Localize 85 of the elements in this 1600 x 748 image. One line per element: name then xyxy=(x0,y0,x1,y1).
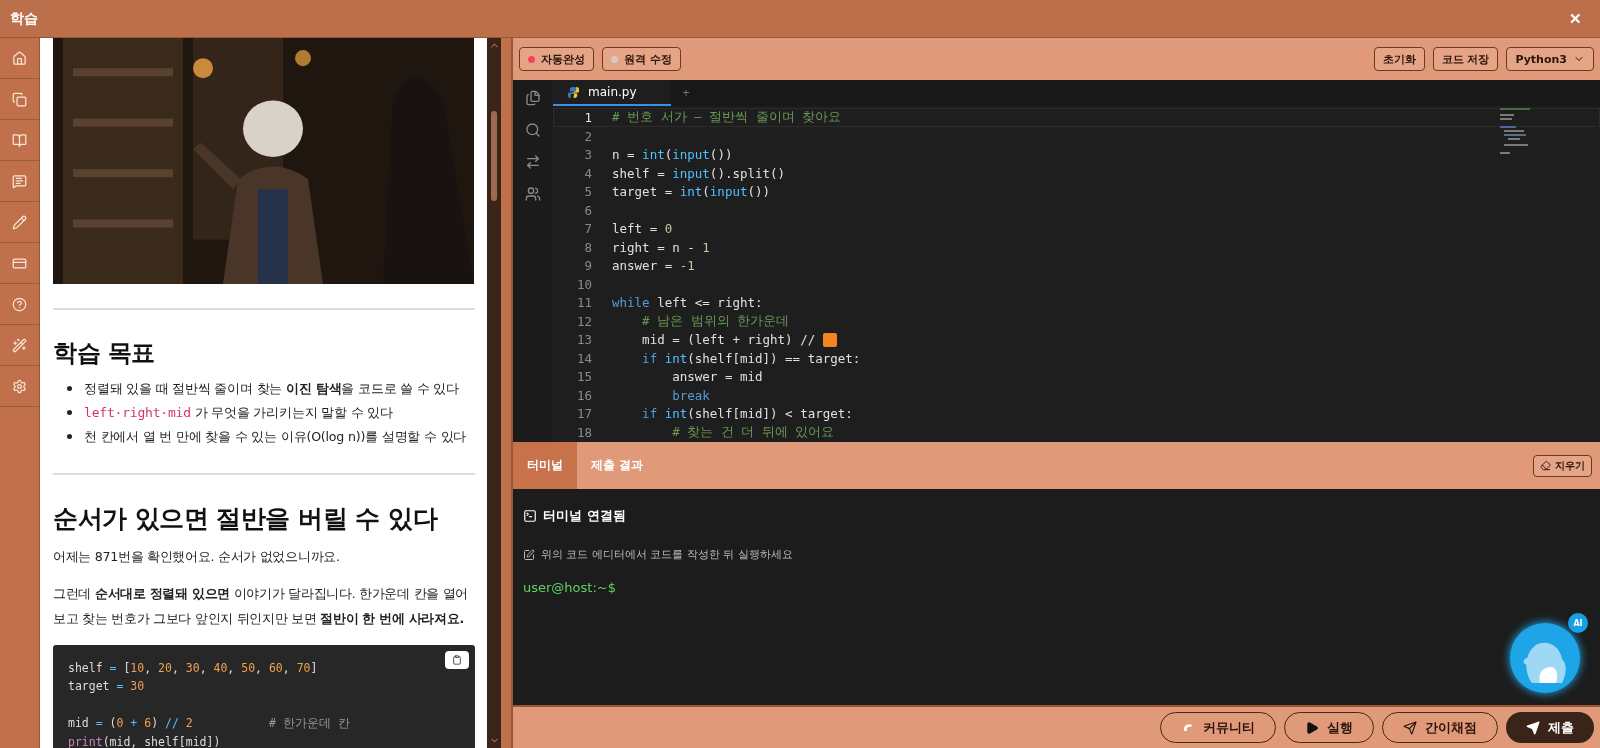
file-tab[interactable]: main.py xyxy=(553,80,671,106)
files-icon[interactable] xyxy=(525,90,541,106)
code-line: print(mid, shelf[mid]) xyxy=(68,733,221,748)
book-icon xyxy=(12,132,27,148)
copy-button[interactable] xyxy=(445,650,469,669)
close-button[interactable]: ✕ xyxy=(1565,7,1586,30)
terminal-hint: 위의 코드 에디터에서 코드를 작성한 뒤 실행하세요 xyxy=(541,547,793,562)
edit-icon xyxy=(523,548,535,561)
code-line: shelf = input().split() xyxy=(612,165,786,181)
home-icon xyxy=(12,50,27,66)
line-number: 5 xyxy=(583,184,592,200)
code-line: # 번호 서가 — 절반씩 줄이며 찾아요 xyxy=(612,108,842,126)
line-number: 15 xyxy=(575,369,592,385)
panel-tab[interactable]: 터미널 xyxy=(513,442,577,489)
code-line: # 찾는 건 더 뒤에 있어요 xyxy=(671,424,835,441)
card-icon xyxy=(12,255,27,271)
toolbar-button[interactable]: 코드 저장 xyxy=(1432,47,1499,71)
code-line: n = int(input()) xyxy=(612,147,733,163)
code-line: target = int(input()) xyxy=(612,184,771,200)
toggle-button[interactable]: 자동완성 xyxy=(519,47,594,71)
line-number: 2 xyxy=(583,128,592,144)
clear-button[interactable]: 지우기 xyxy=(1533,454,1592,477)
copy-icon xyxy=(12,91,27,107)
send-icon xyxy=(1526,720,1540,735)
code-line: mid = (left + right) // xyxy=(612,332,837,348)
code-line: answer = -1 xyxy=(612,258,695,273)
objective-item: 천 칸에서 열 번 만에 찾을 수 있는 이유(O(log n))를 설명할 수 있다 xyxy=(67,425,475,450)
objective-item: left·right·mid 가 무엇을 가리키는지 말할 수 있다 xyxy=(67,401,475,426)
code-line: mid = (0 + 6) // 2 # 한가운데 칸 xyxy=(68,715,350,733)
window-title: 학습 xyxy=(10,9,38,28)
code-line: break xyxy=(671,387,710,403)
pencil-icon xyxy=(12,214,27,230)
line-number: 6 xyxy=(583,202,592,218)
clipboard-icon xyxy=(452,654,462,665)
line-number: 9 xyxy=(583,258,592,273)
blank-placeholder xyxy=(822,332,837,347)
line-number: 18 xyxy=(575,425,592,440)
paragraph: 그런데 순서대로 정렬돼 있으면 이야기가 달라집니다. 한가운데 칸을 열어 보고 찾는 번호가 그보다 앞인지 뒤인지만 보면 절반이 한 번에 사라져요. xyxy=(53,584,470,628)
code-line: target = 30 xyxy=(68,678,145,696)
line-number: 8 xyxy=(583,239,592,255)
line-number: 16 xyxy=(575,387,592,403)
toggle-button[interactable]: 원격 수정 xyxy=(602,47,681,71)
code-line: if int(shelf[mid]) == target: xyxy=(641,350,861,366)
code-line: while left <= right: xyxy=(612,295,763,310)
language-select[interactable]: Python3 xyxy=(1506,47,1594,71)
swap-icon[interactable] xyxy=(525,154,541,170)
terminal-prompt: user@host:~$ xyxy=(523,580,616,595)
new-tab-button[interactable]: + xyxy=(670,80,702,106)
line-number: 3 xyxy=(583,147,592,163)
code-line: answer = mid xyxy=(671,369,763,385)
python-icon xyxy=(567,85,580,99)
paragraph: 어제는 871번을 확인했어요. 순서가 없었으니까요. xyxy=(53,547,341,566)
message-icon xyxy=(12,173,27,189)
code-line: left = 0 xyxy=(612,221,673,237)
line-number: 7 xyxy=(583,221,592,237)
section-heading: 순서가 있으면 절반을 버릴 수 있다 xyxy=(53,503,439,536)
code-line: shelf = [10, 20, 30, 40, 50, 60, 70] xyxy=(68,659,318,677)
scrollbar[interactable] xyxy=(487,38,501,748)
action-button[interactable]: 제출 xyxy=(1506,712,1594,743)
users-icon[interactable] xyxy=(525,186,541,202)
line-number: 13 xyxy=(575,332,592,348)
help-icon xyxy=(12,296,27,312)
line-number: 14 xyxy=(575,350,592,366)
eraser-icon xyxy=(1540,460,1551,471)
line-number: 17 xyxy=(575,406,592,422)
line-number: 1 xyxy=(583,109,592,125)
inline-code: left·right·mid xyxy=(84,405,191,421)
code-line: right = n - 1 xyxy=(612,239,710,255)
ai-badge: AI xyxy=(1568,613,1588,633)
search-icon[interactable] xyxy=(525,122,541,138)
play-icon xyxy=(1305,720,1319,735)
line-number: 10 xyxy=(575,276,592,292)
wand-icon xyxy=(12,337,27,353)
code-line: if int(shelf[mid]) < target: xyxy=(641,406,853,422)
code-line: # 남은 범위의 한가운데 xyxy=(641,312,790,330)
toolbar-button[interactable]: 초기화 xyxy=(1373,47,1425,71)
send-icon xyxy=(1403,720,1417,735)
objective-item: 정렬돼 있을 때 절반씩 줄이며 찾는 이진 탐색을 코드로 쓸 수 있다 xyxy=(67,377,475,402)
line-number: 12 xyxy=(575,313,592,329)
terminal-status: 터미널 연결됨 xyxy=(543,507,626,525)
terminal-icon xyxy=(523,509,537,523)
settings-icon xyxy=(12,378,27,394)
section-heading: 학습 목표 xyxy=(53,338,156,369)
line-number: 4 xyxy=(583,165,592,181)
line-number: 11 xyxy=(575,295,592,310)
